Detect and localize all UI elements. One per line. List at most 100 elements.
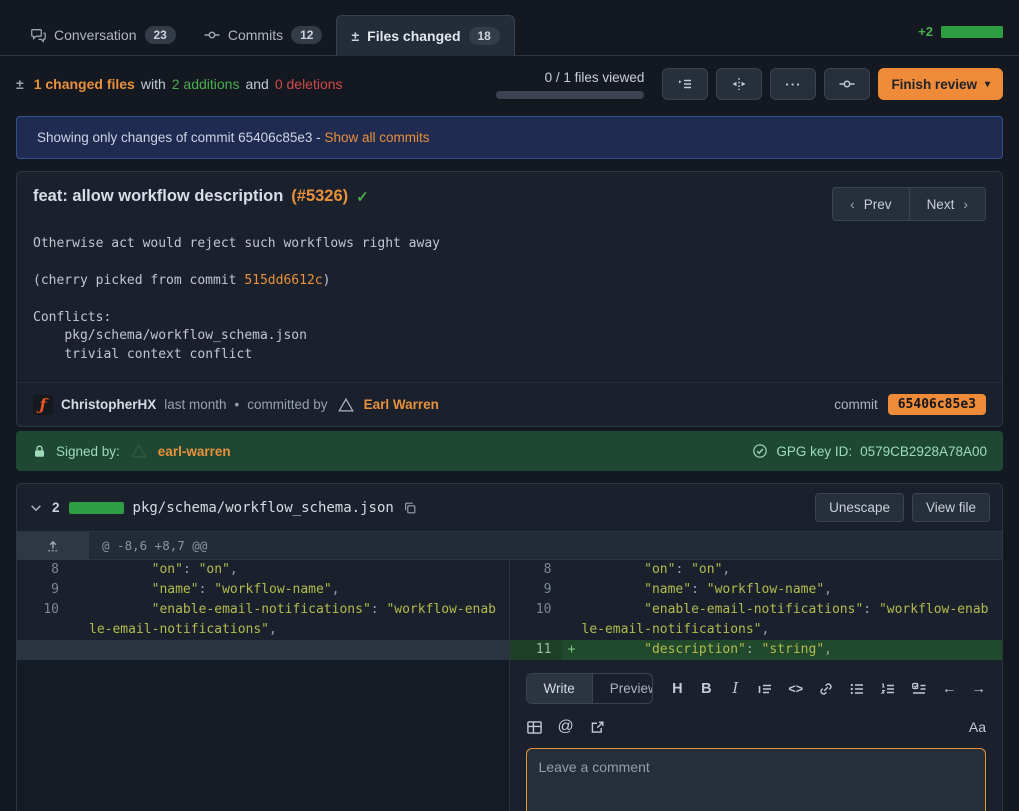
diff-view-toggle-button[interactable]: [716, 68, 762, 100]
signer-name-link[interactable]: earl-warren: [158, 444, 231, 459]
file-change-count: 2: [52, 500, 60, 515]
code-text: "on": "on",: [89, 560, 509, 580]
tab-commits[interactable]: Commits 12: [190, 15, 337, 55]
diff-icon: ±: [351, 28, 359, 44]
show-all-commits-link[interactable]: Show all commits: [324, 130, 429, 145]
diff-old-side: 8 "on": "on", 9 "name": "workflow-name",…: [17, 560, 510, 660]
hunk-header-text: @ -8,6 +8,7 @@: [89, 532, 207, 559]
task-list-icon[interactable]: [911, 681, 927, 697]
dot-separator: •: [235, 397, 240, 412]
arrow-right-icon[interactable]: →: [972, 681, 987, 697]
diff-old-side-empty: [17, 660, 510, 811]
file-diffstat-bar: [69, 502, 124, 514]
heading-icon[interactable]: H: [670, 681, 684, 697]
gpg-key-id: 0579CB2928A78A00: [860, 444, 987, 459]
code-text: "enable-email-notifications": "workflow-…: [582, 600, 1003, 640]
commit-body-line: Otherwise act would reject such workflow…: [33, 236, 440, 251]
collapse-file-icon[interactable]: [29, 501, 43, 515]
ci-status-check-icon[interactable]: ✓: [356, 188, 369, 206]
author-avatar[interactable]: ƒ: [33, 395, 53, 415]
link-icon[interactable]: [818, 681, 834, 697]
changed-files-link[interactable]: 1 changed files: [34, 76, 135, 92]
italic-icon[interactable]: I: [728, 681, 742, 697]
expand-hunk-button[interactable]: [17, 532, 89, 559]
finish-review-button[interactable]: Finish review ▾: [878, 68, 1003, 100]
next-commit-button[interactable]: Next ›: [909, 187, 986, 221]
line-number[interactable]: 11: [510, 640, 562, 660]
diffstat-added-count: +2: [918, 24, 933, 39]
signed-by-label: Signed by:: [56, 444, 120, 459]
verified-icon: [752, 443, 768, 459]
more-options-button[interactable]: ···: [770, 68, 816, 100]
files-viewed-progress: 0 / 1 files viewed: [496, 70, 644, 99]
diff-line: 8 "on": "on",: [510, 560, 1003, 580]
lock-icon: [32, 444, 47, 459]
view-file-button[interactable]: View file: [912, 493, 990, 522]
quote-icon[interactable]: [757, 681, 773, 697]
diff-line: 9 "name": "workflow-name",: [510, 580, 1003, 600]
markdown-mode-toggle[interactable]: Aa: [969, 719, 986, 735]
copy-path-icon[interactable]: [403, 501, 417, 515]
line-number[interactable]: 10: [510, 600, 562, 640]
cherry-pick-hash-link[interactable]: 515dd6612c: [244, 273, 322, 288]
reference-icon[interactable]: [589, 719, 606, 736]
bold-icon[interactable]: B: [699, 681, 713, 697]
line-number[interactable]: 8: [510, 560, 562, 580]
commit-label: commit: [834, 397, 878, 412]
unordered-list-icon[interactable]: [849, 681, 865, 697]
code-icon[interactable]: <>: [788, 682, 803, 696]
cherry-pick-text-end: ): [323, 273, 331, 288]
inline-comment-editor: Write Preview H B I <>: [510, 660, 1003, 811]
signer-avatar[interactable]: [129, 441, 149, 461]
line-number[interactable]: 9: [17, 580, 69, 600]
file-tree-icon: [677, 76, 693, 92]
committer-avatar[interactable]: [336, 395, 356, 415]
line-number[interactable]: 8: [17, 560, 69, 580]
committed-by-label: committed by: [247, 397, 327, 412]
ordered-list-icon[interactable]: [880, 681, 896, 697]
arrow-left-icon[interactable]: ←: [942, 681, 957, 697]
commit-select-button[interactable]: [824, 68, 870, 100]
commit-detail-box: feat: allow workflow description (#5326)…: [16, 171, 1003, 427]
chevron-left-icon: ‹: [850, 196, 855, 212]
unescape-button[interactable]: Unescape: [815, 493, 904, 522]
prev-commit-button[interactable]: ‹ Prev: [832, 187, 908, 221]
pr-diffstat: +2: [918, 24, 1003, 55]
code-text: "description": "string",: [582, 640, 1003, 660]
ellipsis-icon: ···: [785, 77, 801, 92]
diff-icon: ±: [16, 76, 24, 92]
diff-file-box: 2 pkg/schema/workflow_schema.json Unesca…: [16, 483, 1003, 811]
commit-sha-badge[interactable]: 65406c85e3: [888, 394, 986, 415]
line-number[interactable]: 10: [17, 600, 69, 640]
diff-line: 10 "enable-email-notifications": "workfl…: [17, 600, 509, 640]
mention-icon[interactable]: @: [558, 718, 574, 736]
commit-message-body: Otherwise act would reject such workflow…: [17, 227, 1002, 382]
tab-count-badge: 18: [469, 27, 500, 45]
editor-mode-tabs: Write Preview: [526, 673, 654, 704]
diff-file-header: 2 pkg/schema/workflow_schema.json Unesca…: [17, 484, 1002, 531]
tab-conversation[interactable]: Conversation 23: [16, 15, 190, 55]
commit-title: feat: allow workflow description (#5326)…: [33, 187, 369, 206]
commit-icon: [204, 27, 220, 43]
commit-time: last month: [164, 397, 226, 412]
tab-label: Conversation: [54, 27, 137, 43]
line-number[interactable]: 9: [510, 580, 562, 600]
author-name-link[interactable]: ChristopherHX: [61, 397, 156, 412]
file-name[interactable]: pkg/schema/workflow_schema.json: [133, 500, 394, 516]
signed-commit-bar: Signed by: earl-warren GPG key ID: 0579C…: [16, 431, 1003, 471]
committer-name-link[interactable]: Earl Warren: [364, 397, 439, 412]
issue-ref-link[interactable]: (#5326): [291, 187, 348, 206]
comment-input[interactable]: [526, 748, 987, 811]
tab-count-badge: 23: [145, 26, 176, 44]
comments-icon: [30, 27, 46, 43]
table-icon[interactable]: [526, 719, 543, 736]
commit-icon: [839, 76, 855, 92]
code-text: "name": "workflow-name",: [582, 580, 1003, 600]
code-text: "on": "on",: [582, 560, 1003, 580]
tab-files-changed[interactable]: ± Files changed 18: [336, 15, 514, 56]
preview-tab[interactable]: Preview: [592, 674, 654, 703]
inline-comment-section: Write Preview H B I <>: [17, 660, 1002, 811]
write-tab[interactable]: Write: [527, 674, 592, 703]
file-tree-toggle-button[interactable]: [662, 68, 708, 100]
diffstat-bar: [941, 26, 1003, 38]
